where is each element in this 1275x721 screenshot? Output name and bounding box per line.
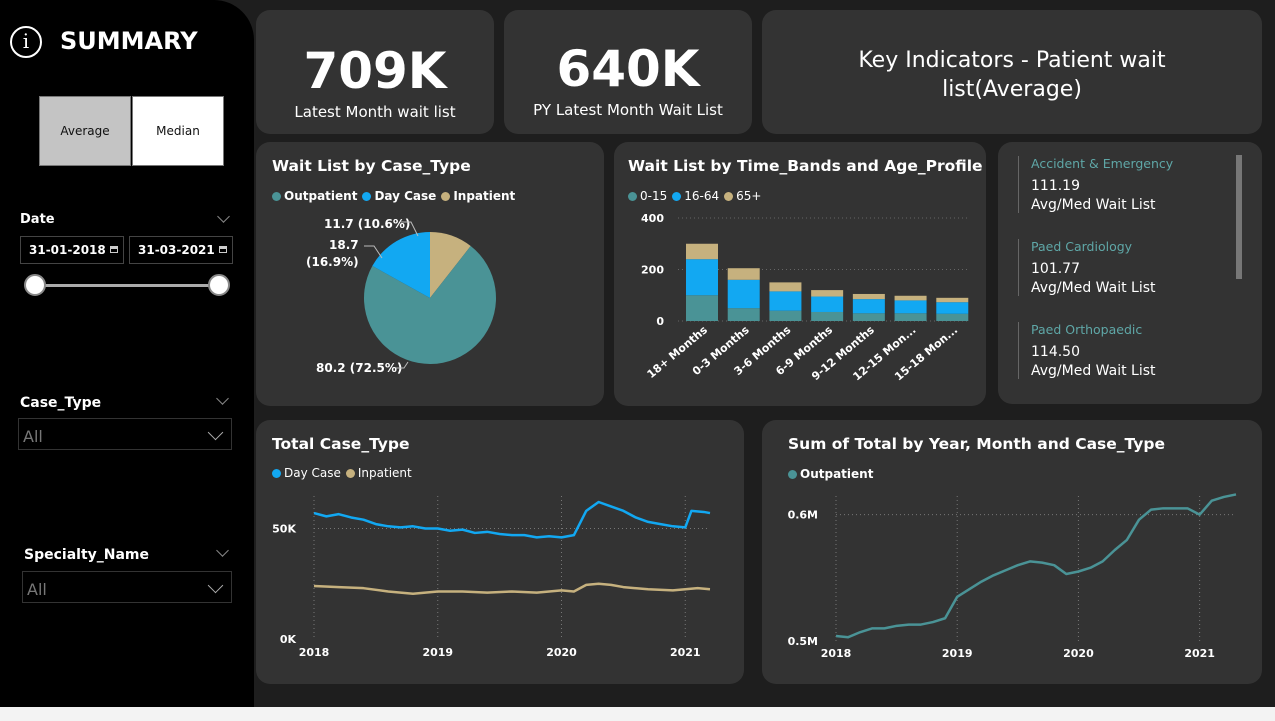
calendar-icon[interactable] — [110, 246, 118, 253]
bar-segment-16-64 — [811, 296, 844, 312]
y-tick-label: 50K — [272, 523, 296, 536]
date-slicer-label: Date — [20, 212, 55, 227]
kpi-card-latest-month: 709K Latest Month wait list — [256, 10, 494, 134]
y-tick-label: 400 — [641, 212, 664, 225]
bottom-strip — [0, 707, 1275, 721]
series-line-day-case — [313, 500, 711, 539]
start-date-input[interactable]: 31-01-2018 — [20, 236, 124, 264]
chevron-down-icon — [207, 424, 224, 441]
chevron-down-icon — [207, 577, 224, 594]
bar-segment-16-64 — [852, 299, 885, 314]
series-line-outpatient — [835, 493, 1237, 639]
info-icon[interactable]: i — [10, 26, 42, 58]
stacked-bar-chart: 020040018+ Months0-3 Months3-6 Months6-9… — [641, 212, 970, 383]
indicator-list-scrollbar[interactable] — [1236, 155, 1242, 279]
specialty-label: Specialty_Name — [24, 547, 150, 563]
bar-segment-16-64 — [894, 300, 927, 314]
y-tick-label: 0K — [280, 633, 297, 646]
specialty-dropdown[interactable]: All — [22, 571, 232, 603]
end-date-input[interactable]: 31-03-2021 — [129, 236, 233, 264]
pie-chart-card: Wait List by Case_Type Outpatient Day Ca… — [256, 142, 604, 406]
bar-segment-16-64 — [936, 302, 969, 314]
start-date-value: 31-01-2018 — [29, 243, 106, 257]
bar-segment-65+ — [769, 282, 802, 292]
x-tick-label: 2019 — [422, 646, 453, 659]
bar-chart-card: Wait List by Time_Bands and Age_Profile … — [614, 142, 986, 406]
date-slider-end-handle[interactable] — [208, 274, 230, 296]
indicator-item: Paed Orthopaedic 114.50 Avg/Med Wait Lis… — [1018, 322, 1241, 379]
date-slider-start-handle[interactable] — [24, 274, 46, 296]
kpi-card-py-latest-month: 640K PY Latest Month Wait List — [504, 10, 752, 134]
pie-chart: 11.7 (10.6%) 18.7 (16.9%) 80.2 (72.5%) — [306, 217, 496, 375]
bar-segment-16-64 — [769, 291, 802, 311]
bar-segment-16-64 — [727, 279, 760, 309]
line-chart: 2018 2019 2020 2021 0.5M 0.6M — [788, 493, 1237, 660]
bar-segment-0-15 — [936, 313, 969, 321]
median-button[interactable]: Median — [132, 96, 224, 166]
bar-segment-0-15 — [769, 310, 802, 321]
date-slicer-chevron-icon[interactable] — [217, 210, 230, 223]
bar-segment-0-15 — [811, 311, 844, 321]
indicator-sublabel: Avg/Med Wait List — [1031, 363, 1156, 379]
x-tick-label: 2020 — [546, 646, 577, 659]
indicator-value: 114.50 — [1031, 344, 1080, 360]
indicator-item: Paed Cardiology 101.77 Avg/Med Wait List — [1018, 239, 1241, 296]
bar-segment-65+ — [811, 290, 844, 297]
kpi-label: Latest Month wait list — [294, 103, 456, 121]
key-indicators-title: Key Indicators - Patient wait list(Avera… — [858, 48, 1166, 102]
kpi-label: PY Latest Month Wait List — [533, 101, 723, 119]
filter-sidebar: i SUMMARY Average Median Date 31-01-2018… — [0, 0, 254, 707]
bar-segment-0-15 — [686, 295, 718, 321]
date-slider-track[interactable] — [36, 284, 220, 287]
bar-segment-65+ — [852, 293, 885, 300]
specialty-collapse-chevron-icon[interactable] — [216, 544, 229, 557]
x-tick-label: 2019 — [942, 647, 973, 660]
line-chart-card-total-case-type: Total Case_Type Day Case Inpatient 2018 2… — [256, 420, 744, 684]
bar-segment-65+ — [686, 243, 718, 260]
x-tick-label: 2018 — [299, 646, 330, 659]
y-tick-label: 0 — [656, 315, 664, 328]
indicator-sublabel: Avg/Med Wait List — [1031, 280, 1156, 296]
calendar-icon[interactable] — [219, 246, 227, 253]
indicator-value: 101.77 — [1031, 261, 1080, 277]
key-indicators-card: Key Indicators - Patient wait list(Avera… — [762, 10, 1262, 134]
pie-label-outpatient: 80.2 (72.5%) — [316, 361, 402, 375]
kpi-value: 640K — [556, 40, 700, 98]
x-tick-label: 2018 — [821, 647, 852, 660]
x-tick-label: 2021 — [670, 646, 701, 659]
indicator-value: 111.19 — [1031, 178, 1080, 194]
pie-label-daycase-percent: (16.9%) — [306, 255, 359, 269]
end-date-value: 31-03-2021 — [138, 243, 215, 257]
line-chart: 2018 2019 2020 2021 0K 50K — [272, 496, 711, 659]
bar-segment-16-64 — [686, 259, 718, 296]
summary-title: SUMMARY — [60, 27, 198, 55]
y-tick-label: 200 — [641, 264, 664, 277]
average-button[interactable]: Average — [39, 96, 131, 166]
series-line-inpatient — [313, 582, 711, 595]
y-tick-label: 0.6M — [788, 509, 818, 522]
bar-segment-0-15 — [852, 313, 885, 321]
y-tick-label: 0.5M — [788, 635, 818, 648]
bar-segment-0-15 — [894, 313, 927, 321]
case-type-label: Case_Type — [20, 395, 102, 411]
bar-segment-65+ — [894, 295, 927, 301]
indicator-name: Accident & Emergency — [1031, 156, 1174, 171]
x-tick-label: 2020 — [1063, 647, 1094, 660]
kpi-value: 709K — [303, 42, 447, 100]
pie-label-daycase-value: 18.7 — [329, 238, 359, 252]
pie-label-inpatient: 11.7 (10.6%) — [324, 217, 410, 231]
x-tick-label: 2021 — [1184, 647, 1215, 660]
case-type-value: All — [23, 427, 43, 446]
case-type-collapse-chevron-icon[interactable] — [216, 392, 229, 405]
indicator-name: Paed Orthopaedic — [1031, 322, 1143, 337]
bar-segment-65+ — [727, 268, 760, 280]
indicator-item: Accident & Emergency 111.19 Avg/Med Wait… — [1018, 156, 1241, 213]
bar-segment-0-15 — [727, 308, 760, 321]
case-type-dropdown[interactable]: All — [18, 418, 232, 450]
indicator-name: Paed Cardiology — [1031, 239, 1133, 254]
specialty-value: All — [27, 580, 47, 599]
indicator-sublabel: Avg/Med Wait List — [1031, 197, 1156, 213]
line-chart-card-sum-total: Sum of Total by Year, Month and Case_Typ… — [762, 420, 1262, 684]
bar-segment-65+ — [936, 297, 969, 303]
